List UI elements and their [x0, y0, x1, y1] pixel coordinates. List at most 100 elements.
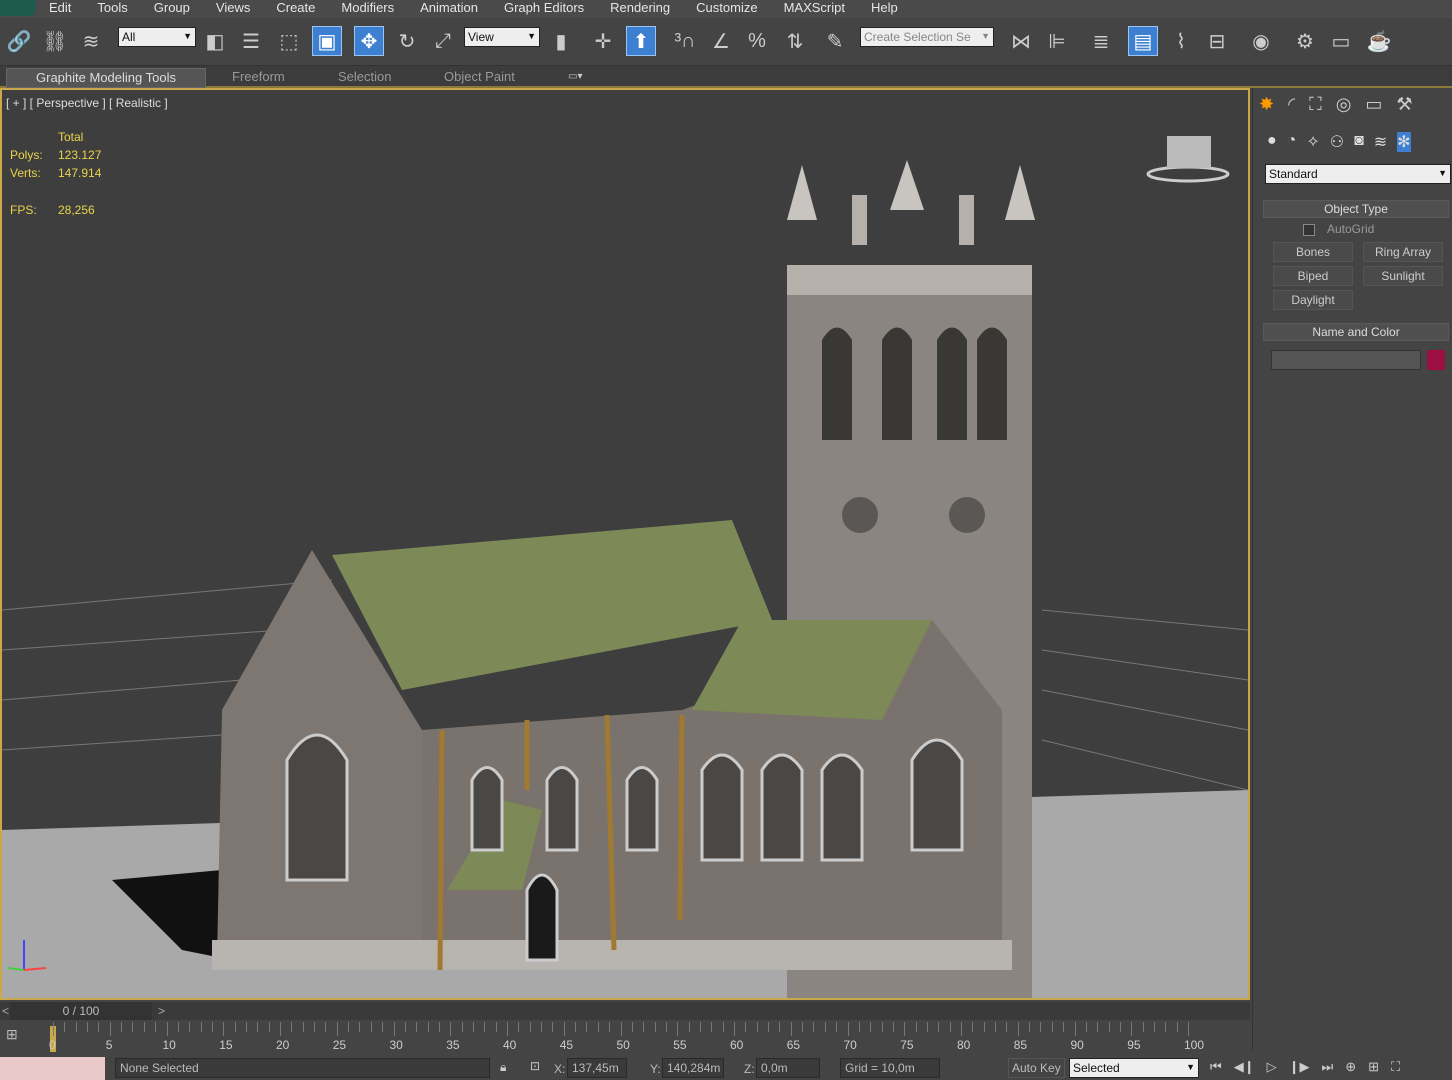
zoom-icon[interactable]: ⊕ — [1345, 1059, 1356, 1075]
tab-freeform[interactable]: Freeform — [232, 69, 285, 84]
next-frame-icon[interactable]: > — [158, 1004, 165, 1018]
window-crossing-icon[interactable]: ▣ — [312, 26, 342, 56]
menu-animation[interactable]: Animation — [407, 0, 491, 18]
lock-icon[interactable]: 🔒︎ — [500, 1060, 506, 1075]
zoom-all-icon[interactable]: ⊞ — [1368, 1059, 1379, 1075]
tick-mark — [722, 1022, 724, 1032]
time-slider-thumb[interactable]: 0 / 100 — [10, 1002, 152, 1020]
graphite-toggle-icon[interactable]: ▤ — [1128, 26, 1158, 56]
tab-selection[interactable]: Selection — [338, 69, 391, 84]
modify-tab-icon[interactable]: ◜ — [1288, 94, 1295, 115]
object-color-swatch[interactable] — [1427, 350, 1445, 370]
ribbon-options-icon[interactable]: ▭▾ — [568, 71, 582, 82]
menu-tools[interactable]: Tools — [84, 0, 140, 18]
menu-graph-editors[interactable]: Graph Editors — [491, 0, 597, 18]
x-coordinate[interactable]: 137,45m — [567, 1058, 627, 1078]
select-by-name-icon[interactable]: ☰ — [236, 26, 266, 56]
percent-snap-icon[interactable]: % — [742, 26, 772, 56]
geometry-icon[interactable]: ● — [1267, 132, 1277, 152]
menu-rendering[interactable]: Rendering — [597, 0, 683, 18]
time-slider[interactable]: < 0 / 100 > — [0, 1002, 1250, 1020]
app-logo[interactable] — [0, 0, 36, 16]
curve-editor-icon[interactable]: ⌇ — [1166, 26, 1196, 56]
render-setup-icon[interactable]: ⚙ — [1290, 26, 1320, 56]
previous-key-icon[interactable]: ◀❙ — [1234, 1059, 1255, 1075]
key-mode-dropdown[interactable]: Selected — [1069, 1058, 1199, 1078]
next-key-icon[interactable]: ❙▶ — [1289, 1059, 1310, 1075]
z-coordinate[interactable]: 0,0m — [756, 1058, 820, 1078]
helpers-icon[interactable]: ◙ — [1354, 132, 1364, 152]
mirror-icon[interactable]: ⋈ — [1006, 26, 1036, 56]
create-tab-icon[interactable]: ✸ — [1259, 94, 1274, 115]
hierarchy-tab-icon[interactable]: ⛶ — [1309, 94, 1322, 115]
auto-key-button[interactable]: Auto Key — [1008, 1058, 1065, 1078]
lights-icon[interactable]: ✧ — [1306, 132, 1319, 152]
scale-icon[interactable]: ⤢ — [428, 26, 458, 56]
biped-button[interactable]: Biped — [1273, 266, 1353, 286]
bind-spacewarp-icon[interactable]: ≋ — [76, 26, 106, 56]
display-tab-icon[interactable]: ▭ — [1365, 94, 1382, 115]
select-object-icon[interactable]: ◧ — [200, 26, 230, 56]
menu-group[interactable]: Group — [141, 0, 203, 18]
ring-array-button[interactable]: Ring Array — [1363, 242, 1443, 262]
viewport-label[interactable]: [ + ] [ Perspective ] [ Realistic ] — [6, 96, 168, 110]
link-icon[interactable]: 🔗 — [4, 26, 34, 56]
tab-object-paint[interactable]: Object Paint — [444, 69, 515, 84]
menu-create[interactable]: Create — [263, 0, 328, 18]
material-editor-icon[interactable]: ◉ — [1246, 26, 1276, 56]
go-to-end-icon[interactable]: ⏭ — [1321, 1059, 1333, 1075]
menu-help[interactable]: Help — [858, 0, 911, 18]
object-name-input[interactable] — [1271, 350, 1421, 370]
autogrid-checkbox[interactable] — [1303, 224, 1315, 236]
tab-graphite-modeling-tools[interactable]: Graphite Modeling Tools — [6, 68, 206, 88]
sunlight-button[interactable]: Sunlight — [1363, 266, 1443, 286]
unlink-icon[interactable]: ⛓ — [40, 26, 70, 56]
angle-snap-icon[interactable]: ∠ — [706, 26, 736, 56]
motion-tab-icon[interactable]: ◎ — [1336, 94, 1352, 115]
daylight-button[interactable]: Daylight — [1273, 290, 1353, 310]
align-icon[interactable]: ⊫ — [1042, 26, 1072, 56]
zoom-extents-icon[interactable]: ⛶ — [1391, 1059, 1400, 1075]
prev-frame-icon[interactable]: < — [2, 1004, 9, 1018]
status-bar: None Selected 🔒︎ ⊡ X: 137,45m Y: 140,284… — [0, 1055, 1452, 1080]
verts-label: Verts: — [10, 166, 41, 180]
move-icon[interactable]: ✥ — [354, 26, 384, 56]
menu-maxscript[interactable]: MAXScript — [771, 0, 858, 18]
track-bar[interactable]: ⊞ 0 5 10 15 20 25 30 35 40 45 50 55 60 65 70 75 80 85 90 95… — [0, 1020, 1250, 1054]
perspective-viewport[interactable]: [ + ] [ Perspective ] [ Realistic ] Tota… — [0, 88, 1250, 1000]
pivot-center-icon[interactable]: ▮ — [546, 26, 576, 56]
menu-edit[interactable]: Edit — [36, 0, 84, 18]
cameras-icon[interactable]: ⚇ — [1330, 132, 1344, 152]
rect-selection-icon[interactable]: ⬚ — [274, 26, 304, 56]
shapes-icon[interactable]: ◔ — [1287, 132, 1297, 152]
snaps-toggle-icon[interactable]: ³∩ — [670, 26, 700, 56]
schematic-view-icon[interactable]: ⊟ — [1202, 26, 1232, 56]
play-icon[interactable]: ▷ — [1267, 1059, 1277, 1075]
reference-coord-dropdown[interactable]: View — [464, 27, 540, 47]
y-coordinate[interactable]: 140,284m — [662, 1058, 724, 1078]
object-type-rollout[interactable]: Object Type — [1263, 200, 1449, 218]
spacewarps-icon[interactable]: ≋ — [1374, 132, 1387, 152]
utilities-tab-icon[interactable]: ⚒ — [1396, 94, 1412, 115]
name-and-color-rollout[interactable]: Name and Color — [1263, 323, 1449, 341]
menu-views[interactable]: Views — [203, 0, 263, 18]
menu-customize[interactable]: Customize — [683, 0, 770, 18]
absolute-mode-icon[interactable]: ⊡ — [530, 1059, 540, 1073]
selection-filter-dropdown[interactable]: All — [118, 27, 196, 47]
curve-editor-mini-icon[interactable]: ⊞ — [6, 1026, 18, 1043]
select-manipulate-icon[interactable]: ✛ — [588, 26, 618, 56]
maxscript-listener[interactable] — [0, 1057, 105, 1080]
rendered-frame-icon[interactable]: ▭ — [1326, 26, 1356, 56]
bones-button[interactable]: Bones — [1273, 242, 1353, 262]
rotate-icon[interactable]: ↻ — [392, 26, 422, 56]
systems-icon[interactable]: ✻ — [1397, 132, 1411, 152]
menu-modifiers[interactable]: Modifiers — [328, 0, 407, 18]
category-dropdown[interactable]: Standard — [1265, 164, 1451, 184]
named-selection-input[interactable]: Create Selection Se — [860, 27, 994, 47]
layer-manager-icon[interactable]: ≣ — [1086, 26, 1116, 56]
spinner-snap-icon[interactable]: ⇅ — [780, 26, 810, 56]
go-to-start-icon[interactable]: ⏮ — [1210, 1059, 1222, 1075]
edit-named-selection-icon[interactable]: ✎ — [820, 26, 850, 56]
keyboard-shortcut-override-icon[interactable]: ⬆ — [626, 26, 656, 56]
render-teapot-icon[interactable]: ☕ — [1364, 26, 1394, 56]
